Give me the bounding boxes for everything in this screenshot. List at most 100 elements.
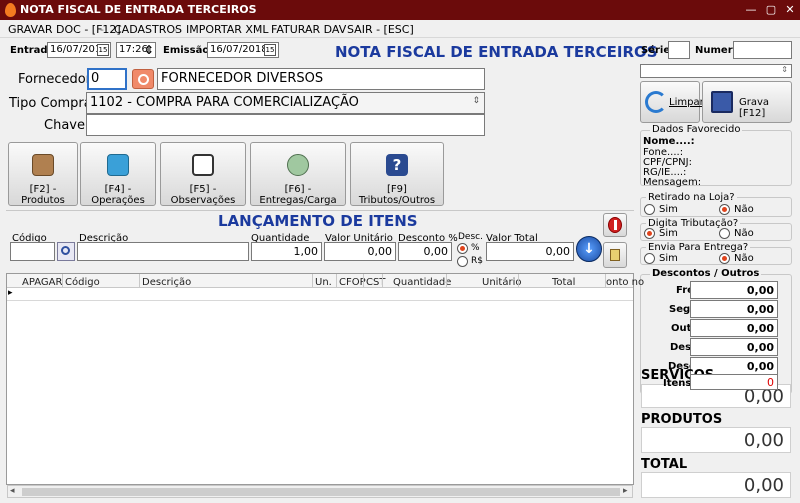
calendar-icon[interactable]: 15 [97, 44, 109, 56]
grand-total: 0,00 [641, 472, 791, 498]
col-total[interactable]: Total [552, 277, 575, 288]
grava-button[interactable]: Grava [F12] [702, 81, 792, 123]
rs-label: R$ [471, 256, 483, 266]
search-item-button[interactable] [57, 242, 75, 261]
search-icon [138, 74, 149, 85]
col-apagar[interactable]: APAGAR [22, 277, 62, 288]
menu-bar: GRAVAR DOC - [F12] - CADASTROS - IMPORTA… [0, 20, 800, 38]
col-descricao[interactable]: Descrição [142, 277, 191, 288]
numero-input[interactable] [733, 41, 792, 59]
items-grid[interactable] [6, 273, 634, 485]
menu-sair[interactable]: SAIR - [ESC] [347, 23, 414, 36]
calendar-icon[interactable]: 15 [264, 44, 276, 56]
sim-label: Sim [659, 228, 678, 239]
sim-label: Sim [659, 204, 678, 215]
codigo-input[interactable] [10, 242, 55, 261]
maximize-button[interactable]: ▢ [764, 3, 778, 17]
items-title: LANÇAMENTO DE ITENS [218, 212, 418, 230]
horizontal-scrollbar[interactable]: ◂ ▸ [7, 485, 633, 498]
col-cfop[interactable]: CFOP [339, 277, 366, 288]
favorecido-title: Dados Favorecido [650, 124, 743, 135]
retirado-label: Retirado na Loja? [646, 192, 737, 203]
row-pointer-icon: ▸ [8, 288, 13, 298]
spin-icon[interactable]: ⇕ [144, 43, 154, 57]
serie-input[interactable] [668, 41, 690, 59]
total-label: TOTAL [641, 457, 688, 472]
desc-type-label: Desc. [458, 232, 483, 242]
save-icon [711, 91, 733, 113]
app-flame-icon [5, 3, 16, 17]
col-quantidade[interactable]: Quantidade [393, 277, 451, 288]
quantidade-input[interactable]: 1,00 [251, 242, 322, 261]
tipo-compra-label: Tipo Compra: [9, 96, 97, 111]
produtos-label: PRODUTOS [641, 412, 723, 427]
operacoes-button[interactable]: [F4] - Operações [80, 142, 156, 206]
valor-total-input[interactable]: 0,00 [486, 242, 574, 261]
envia-label: Envia Para Entrega? [646, 242, 751, 253]
envia-sim-radio[interactable] [644, 253, 655, 264]
close-button[interactable]: ✕ [783, 3, 797, 17]
desc-rs-radio[interactable] [457, 256, 468, 267]
operations-icon [107, 154, 129, 176]
frete-input[interactable]: 0,00 [690, 281, 778, 299]
page-title: NOTA FISCAL DE ENTRADA TERCEIROS [335, 43, 658, 61]
valor-unitario-input[interactable]: 0,00 [324, 242, 396, 261]
aux-select[interactable]: ⇕ [640, 64, 792, 78]
nao-label: Não [734, 228, 754, 239]
fornecedor-code-input[interactable]: 0 [87, 68, 127, 90]
mensagem-label: Mensagem: [643, 177, 702, 188]
tributos-button[interactable]: ? [F9] Tributos/Outros [350, 142, 444, 206]
delivery-icon [287, 154, 309, 176]
outros-input[interactable]: 0,00 [690, 319, 778, 337]
tipo-compra-value: 1102 - COMPRA PARA COMERCIALIZAÇÃO [90, 95, 359, 110]
col-desconto-no[interactable]: onto no [606, 277, 644, 288]
scroll-thumb[interactable] [22, 488, 620, 496]
search-icon [61, 246, 70, 255]
fornecedor-name-input[interactable]: FORNECEDOR DIVERSOS [157, 68, 485, 90]
observacoes-button[interactable]: [F5] - Observações [160, 142, 246, 206]
desc-percent-radio[interactable] [457, 243, 468, 254]
itens-count: 0 [690, 374, 778, 390]
nao-label: Não [734, 204, 754, 215]
descricao-input[interactable] [77, 242, 249, 261]
entregas-button[interactable]: [F6] - Entregas/Carga [250, 142, 346, 206]
tipo-compra-select[interactable]: 1102 - COMPRA PARA COMERCIALIZAÇÃO ⇕ [86, 92, 485, 114]
retirado-nao-radio[interactable] [719, 204, 730, 215]
digita-sim-radio[interactable] [644, 228, 655, 239]
seguro-input[interactable]: 0,00 [690, 300, 778, 318]
search-fornecedor-button[interactable] [132, 69, 154, 89]
sim-label: Sim [659, 253, 678, 264]
digita-nao-radio[interactable] [719, 228, 730, 239]
envia-nao-radio[interactable] [719, 253, 730, 264]
box-icon [32, 154, 54, 176]
list-button[interactable] [603, 242, 627, 268]
scroll-right-icon[interactable]: ▸ [623, 486, 628, 496]
table-row[interactable]: ▸ [7, 288, 633, 301]
title-bar: NOTA FISCAL DE ENTRADA TERCEIROS — ▢ ✕ [0, 0, 800, 20]
limpar-button[interactable]: Limpar [640, 81, 704, 123]
notepad-icon [192, 154, 214, 176]
produtos-total: 0,00 [641, 427, 791, 453]
minimize-button[interactable]: — [744, 3, 758, 17]
window-title: NOTA FISCAL DE ENTRADA TERCEIROS [20, 3, 257, 16]
retirado-sim-radio[interactable] [644, 204, 655, 215]
descontos-title: Descontos / Outros [650, 268, 762, 279]
emissao-label: Emissão: [163, 45, 214, 56]
add-item-down-arrow-icon[interactable]: ↓ [576, 236, 602, 262]
chave-label: Chave: [44, 118, 90, 133]
question-icon: ? [386, 154, 408, 176]
menu-cadastros[interactable]: CADASTROS [114, 23, 182, 36]
remove-item-button[interactable] [603, 213, 627, 237]
col-un[interactable]: Un. [315, 277, 332, 288]
col-unitario[interactable]: Unitário [482, 277, 522, 288]
nome-label: Nome....: [643, 136, 695, 147]
desconto-input[interactable]: 0,00 [398, 242, 452, 261]
desrs-input[interactable]: 0,00 [690, 338, 778, 356]
scroll-left-icon[interactable]: ◂ [10, 486, 15, 496]
col-codigo[interactable]: Código [65, 277, 100, 288]
chave-input[interactable] [86, 114, 485, 136]
refresh-icon [645, 91, 667, 113]
produtos-button[interactable]: [F2] - Produtos [8, 142, 78, 206]
chevron-updown-icon: ⇕ [472, 96, 480, 106]
fornecedor-label: Fornecedor: [18, 72, 96, 87]
